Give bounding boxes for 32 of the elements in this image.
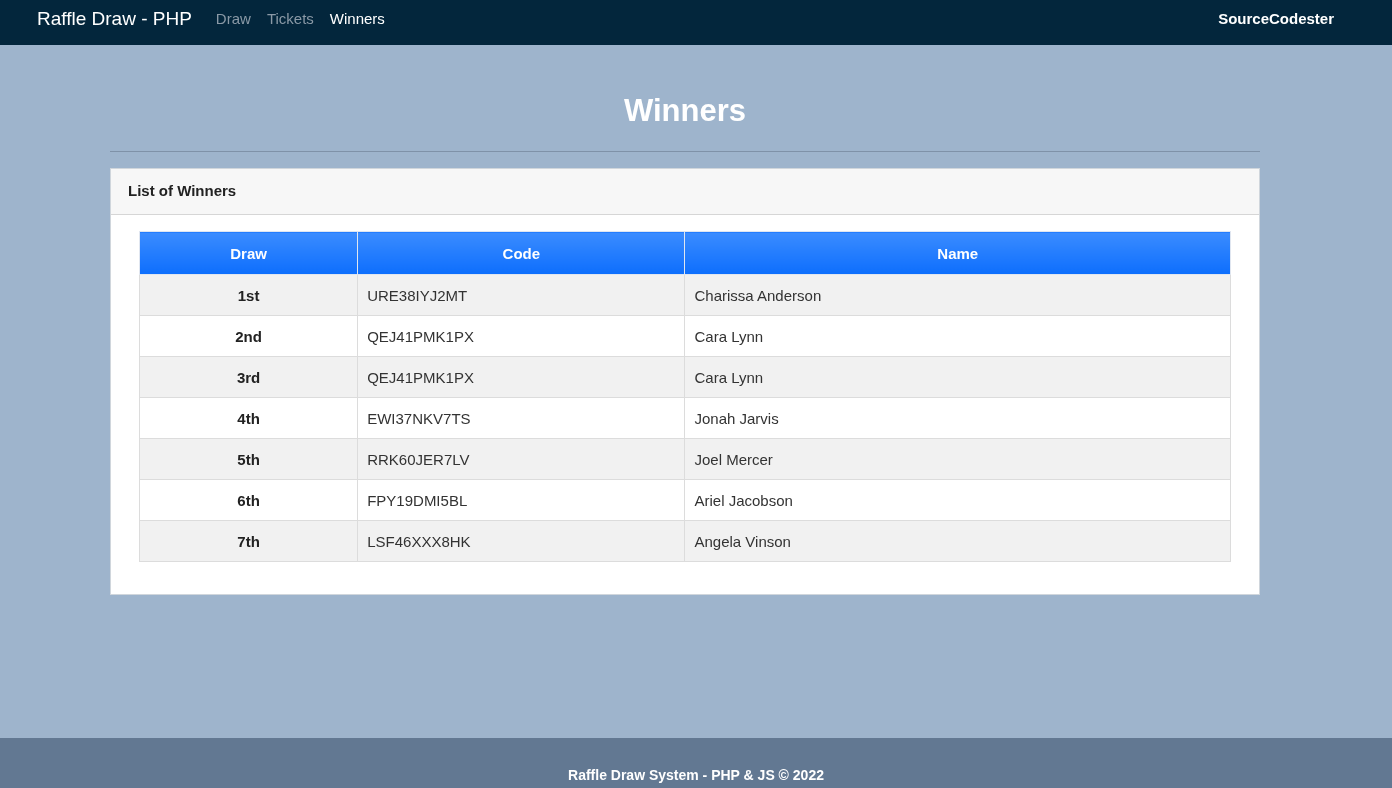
page-title: Winners (623, 92, 747, 130)
table-cell: QEJ41PMK1PX (357, 356, 685, 398)
nav-link[interactable]: Winners (329, 10, 385, 27)
site-name: SourceCodester (1218, 10, 1334, 27)
table-cell: Jonah Jarvis (685, 397, 1231, 439)
table-cell: 3rd (139, 356, 358, 398)
table-cell: QEJ41PMK1PX (357, 315, 685, 357)
brand-link[interactable]: Raffle Draw - PHP (37, 7, 192, 30)
column-header: Name (685, 231, 1231, 275)
table-cell: Cara Lynn (685, 356, 1231, 398)
table-cell: Charissa Anderson (685, 274, 1231, 316)
table-cell: EWI37NKV7TS (357, 397, 685, 439)
nav-link[interactable]: Draw (215, 10, 251, 27)
table-cell: Angela Vinson (685, 520, 1231, 562)
card-title: List of Winners (128, 182, 237, 199)
table-cell: 1st (139, 274, 358, 316)
table-cell: Cara Lynn (685, 315, 1231, 357)
column-header: Code (357, 231, 685, 275)
table-cell: Ariel Jacobson (685, 479, 1231, 521)
table-cell: 7th (139, 520, 358, 562)
column-header: Draw (139, 231, 358, 275)
table-cell: 5th (139, 438, 358, 480)
table-cell: Joel Mercer (685, 438, 1231, 480)
table-cell: 2nd (139, 315, 358, 357)
table-cell: RRK60JER7LV (357, 438, 685, 480)
footer-text: Raffle Draw System - PHP & JS © 2022 (568, 767, 824, 783)
table-cell: 6th (139, 479, 358, 521)
table-cell: LSF46XXX8HK (357, 520, 685, 562)
nav-link[interactable]: Tickets (266, 10, 314, 27)
table-cell: 4th (139, 397, 358, 439)
table-cell: FPY19DMI5BL (357, 479, 685, 521)
table-cell: URE38IYJ2MT (357, 274, 685, 316)
